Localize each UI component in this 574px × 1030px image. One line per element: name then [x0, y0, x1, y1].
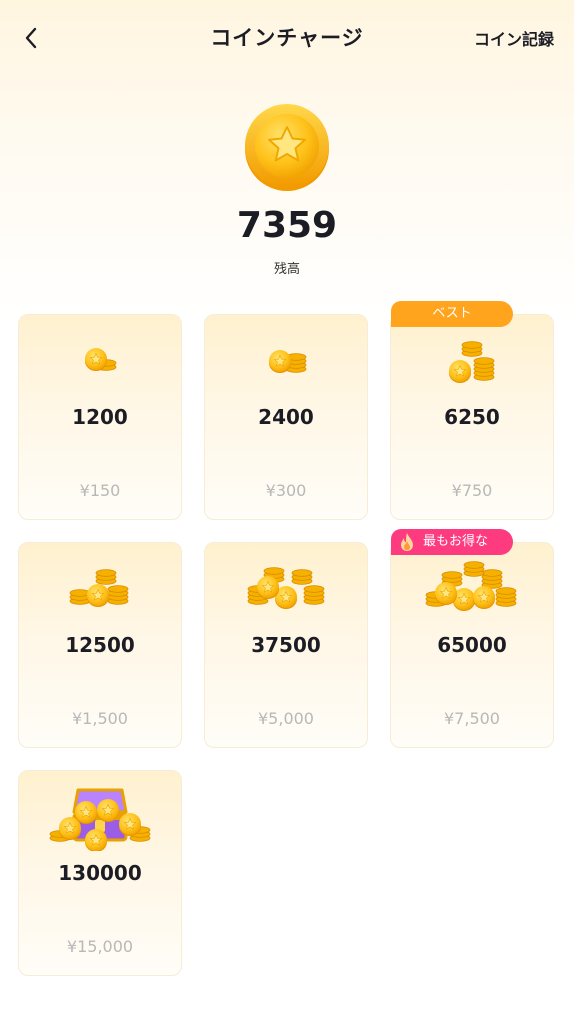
coin-heap-icon [391, 557, 553, 623]
package-price: ¥300 [265, 481, 307, 500]
package-coins: 6250 [444, 405, 500, 429]
best-badge: ベスト [391, 301, 513, 327]
package-price: ¥5,000 [258, 709, 314, 728]
package-card-1200[interactable]: 1200 ¥150 [18, 314, 182, 520]
two-coins-icon [205, 329, 367, 395]
coin-pile-large-icon [205, 557, 367, 623]
coin-pile-icon [19, 557, 181, 623]
package-card-12500[interactable]: 12500 ¥1,500 [18, 542, 182, 748]
package-card-130000[interactable]: 130000 ¥15,000 [18, 770, 182, 976]
balance-value: 7359 [236, 205, 338, 246]
flame-icon [401, 533, 413, 551]
package-price: ¥7,500 [444, 709, 500, 728]
coin-records-link[interactable]: コイン記録 [474, 26, 554, 50]
package-coins: 12500 [65, 633, 135, 657]
single-coin-icon [19, 329, 181, 395]
package-price: ¥15,000 [66, 937, 134, 956]
package-coins: 1200 [72, 405, 128, 429]
star-coin-icon [243, 103, 331, 191]
balance-label: 残高 [273, 262, 300, 277]
package-card-37500[interactable]: 37500 ¥5,000 [204, 542, 368, 748]
package-price: ¥1,500 [72, 709, 128, 728]
package-coins: 37500 [251, 633, 321, 657]
best-deal-badge: 最もお得な [391, 529, 513, 555]
package-price: ¥750 [451, 481, 493, 500]
package-coins: 130000 [58, 861, 142, 885]
package-card-65000[interactable]: 最もお得な 65000 ¥7,500 [390, 529, 554, 748]
best-deal-label: 最もお得な [423, 534, 489, 549]
header: コインチャージ コイン記録 [0, 0, 574, 72]
treasure-chest-icon [19, 785, 181, 851]
coin-stack-icon [391, 329, 553, 395]
package-card-2400[interactable]: 2400 ¥300 [204, 314, 368, 520]
package-price: ¥150 [79, 481, 121, 500]
package-coins: 65000 [437, 633, 507, 657]
package-card-6250[interactable]: ベスト 6250 ¥750 [390, 301, 554, 520]
package-coins: 2400 [258, 405, 314, 429]
